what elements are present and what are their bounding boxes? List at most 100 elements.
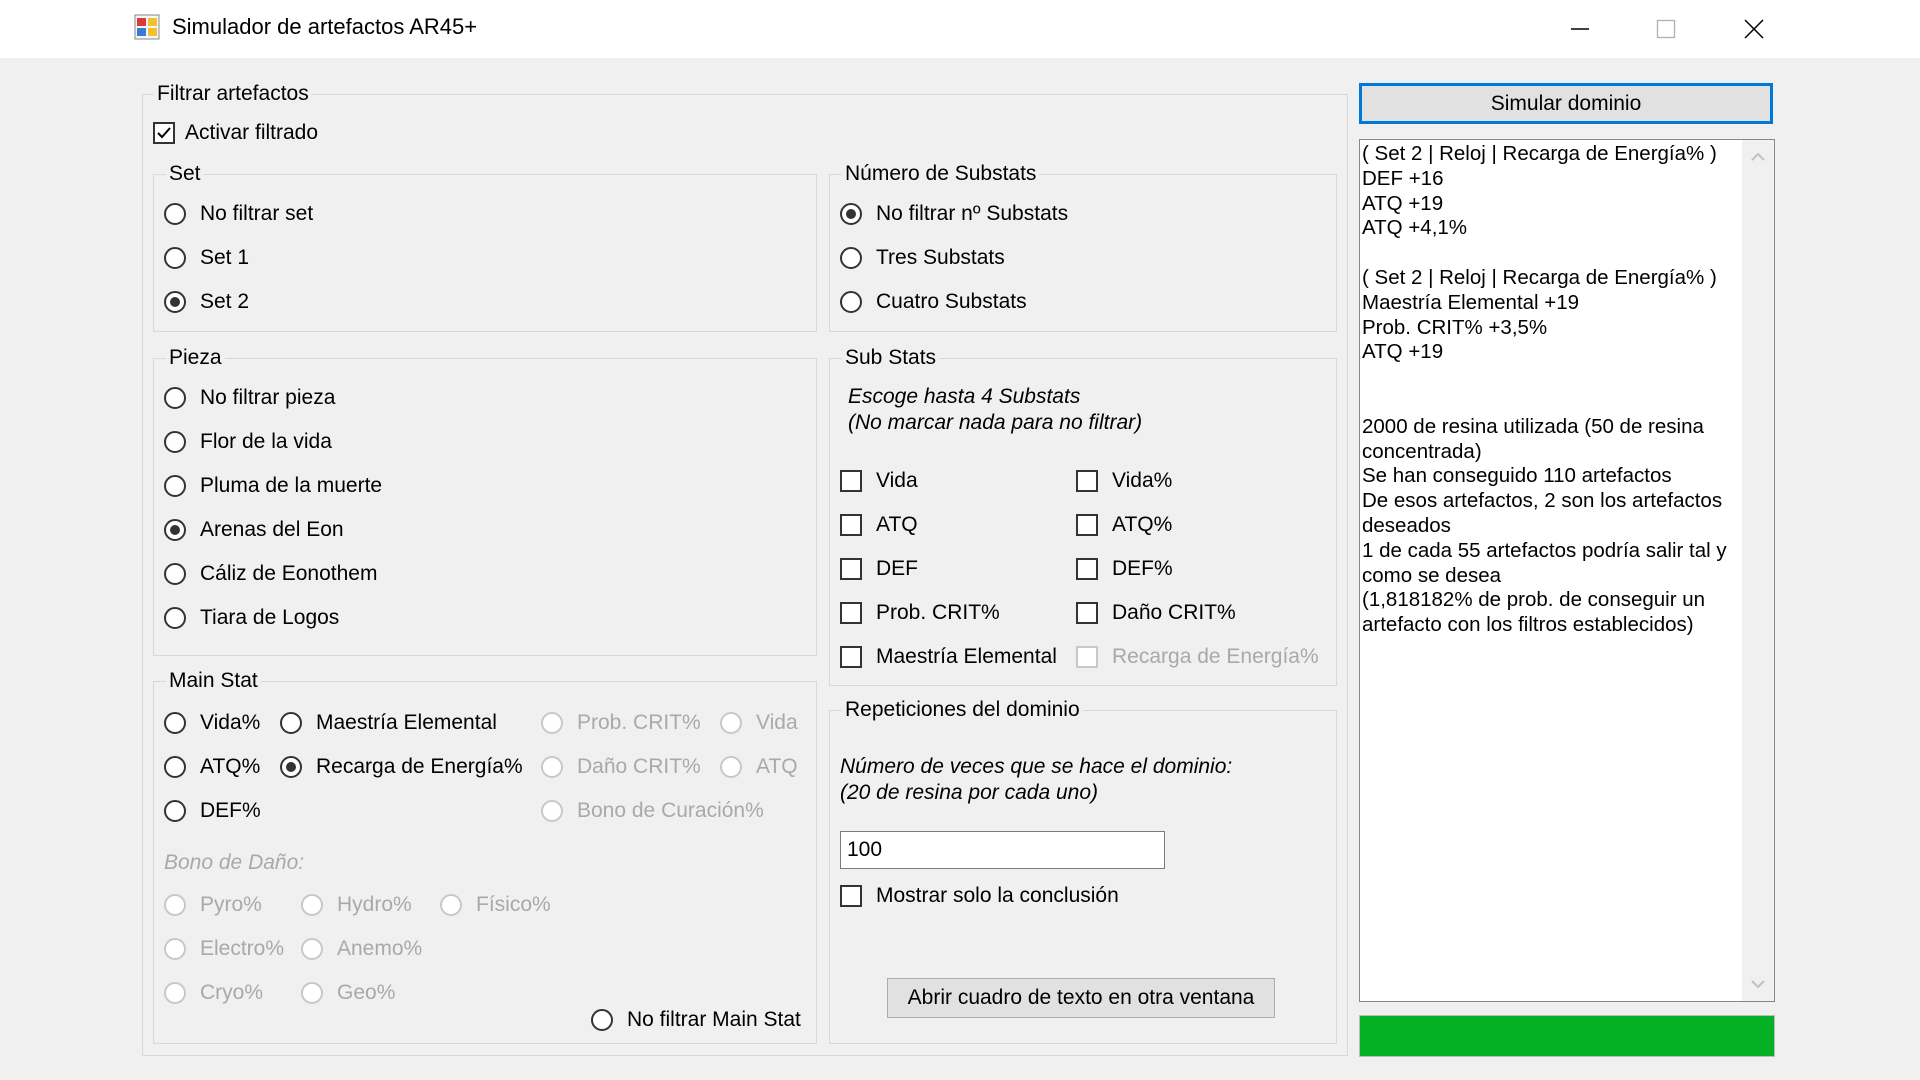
sub-stats-hint-1: Escoge hasta 4 Substats: [848, 385, 1081, 408]
option-label: Bono de Curación%: [577, 799, 764, 822]
option-label: Vida%: [1112, 469, 1173, 492]
set-group-title: Set: [166, 162, 204, 186]
scroll-down-icon[interactable]: [1751, 979, 1765, 989]
radio-arenas-del-eon[interactable]: Arenas del Eon: [164, 518, 344, 542]
radio-main-maestria[interactable]: Maestría Elemental: [280, 711, 497, 735]
checkbox-box: [1076, 602, 1098, 624]
radio-circle: [280, 756, 302, 778]
results-text: ( Set 2 | Reloj | Recarga de Energía% ) …: [1362, 142, 1727, 637]
set-group: [153, 174, 817, 332]
scroll-up-icon[interactable]: [1751, 152, 1765, 162]
checkbox-sub-atq[interactable]: ATQ: [840, 513, 918, 537]
option-label: ATQ: [876, 513, 918, 536]
checkbox-box: [840, 470, 862, 492]
checkbox-box: [840, 514, 862, 536]
option-label: DEF: [876, 557, 918, 580]
radio-main-bono-curacion[interactable]: Bono de Curación%: [541, 799, 764, 823]
checkbox-sub-vida-pct[interactable]: Vida%: [1076, 469, 1172, 493]
activate-filter-checkbox[interactable]: Activar filtrado: [153, 121, 318, 145]
radio-main-geo[interactable]: Geo%: [301, 981, 395, 1005]
option-label: Maestría Elemental: [876, 645, 1057, 668]
radio-circle: [164, 431, 186, 453]
repeticiones-hint-2: (20 de resina por cada uno): [840, 781, 1098, 804]
option-label: ATQ%: [200, 755, 261, 778]
progress-fill: [1360, 1016, 1774, 1056]
radio-circle: [591, 1009, 613, 1031]
results-textbox[interactable]: ( Set 2 | Reloj | Recarga de Energía% ) …: [1359, 139, 1775, 1002]
checkbox-sub-def[interactable]: DEF: [840, 557, 918, 581]
radio-no-filtrar-main-stat[interactable]: No filtrar Main Stat: [591, 1008, 801, 1032]
radio-set-2[interactable]: Set 2: [164, 290, 249, 314]
radio-main-atq[interactable]: ATQ: [720, 755, 798, 779]
radio-main-anemo[interactable]: Anemo%: [301, 937, 422, 961]
checkbox-box: [1076, 470, 1098, 492]
minimize-button[interactable]: [1538, 0, 1622, 58]
radio-main-fisico[interactable]: Físico%: [440, 893, 551, 917]
radio-circle: [280, 712, 302, 734]
option-label: Vida: [756, 711, 798, 734]
radio-main-def-pct[interactable]: DEF%: [164, 799, 261, 823]
option-label: Daño CRIT%: [1112, 601, 1236, 624]
radio-circle: [301, 894, 323, 916]
radio-main-vida[interactable]: Vida: [720, 711, 798, 735]
radio-main-cryo[interactable]: Cryo%: [164, 981, 263, 1005]
repeticiones-input[interactable]: 100: [840, 831, 1165, 869]
checkbox-sub-maestria[interactable]: Maestría Elemental: [840, 645, 1057, 669]
option-label: Tiara de Logos: [200, 606, 340, 629]
option-label: Geo%: [337, 981, 396, 1004]
checkbox-box: [153, 122, 175, 144]
radio-main-pyro[interactable]: Pyro%: [164, 893, 262, 917]
radio-no-filtrar-num-substats[interactable]: No filtrar nº Substats: [840, 202, 1068, 226]
checkbox-sub-danio-crit[interactable]: Daño CRIT%: [1076, 601, 1236, 625]
radio-caliz-de-eonothem[interactable]: Cáliz de Eonothem: [164, 562, 377, 586]
radio-main-danio-crit[interactable]: Daño CRIT%: [541, 755, 701, 779]
radio-circle: [541, 800, 563, 822]
radio-circle: [164, 894, 186, 916]
radio-tiara-de-logos[interactable]: Tiara de Logos: [164, 606, 339, 630]
checkbox-sub-atq-pct[interactable]: ATQ%: [1076, 513, 1172, 537]
checkbox-box: [1076, 558, 1098, 580]
radio-main-vida-pct[interactable]: Vida%: [164, 711, 260, 735]
radio-circle: [720, 756, 742, 778]
radio-pluma-de-la-muerte[interactable]: Pluma de la muerte: [164, 474, 382, 498]
radio-circle: [164, 756, 186, 778]
checkbox-box: [840, 602, 862, 624]
option-label: Hydro%: [337, 893, 412, 916]
radio-main-atq-pct[interactable]: ATQ%: [164, 755, 260, 779]
option-label: Maestría Elemental: [316, 711, 497, 734]
option-label: No filtrar set: [200, 202, 314, 225]
radio-circle: [301, 938, 323, 960]
radio-main-recarga[interactable]: Recarga de Energía%: [280, 755, 523, 779]
checkbox-sub-prob-crit[interactable]: Prob. CRIT%: [840, 601, 1000, 625]
radio-cuatro-substats[interactable]: Cuatro Substats: [840, 290, 1027, 314]
radio-circle: [164, 203, 186, 225]
checkbox-sub-recarga[interactable]: Recarga de Energía%: [1076, 645, 1319, 669]
radio-no-filtrar-set[interactable]: No filtrar set: [164, 202, 313, 226]
option-label: Daño CRIT%: [577, 755, 701, 778]
pieza-group-title: Pieza: [166, 346, 225, 370]
radio-main-electro[interactable]: Electro%: [164, 937, 284, 961]
close-button[interactable]: [1712, 0, 1796, 58]
option-label: Mostrar solo la conclusión: [876, 884, 1119, 907]
simular-dominio-button[interactable]: Simular dominio: [1359, 83, 1773, 124]
option-label: Cryo%: [200, 981, 264, 1004]
radio-main-hydro[interactable]: Hydro%: [301, 893, 412, 917]
radio-tres-substats[interactable]: Tres Substats: [840, 246, 1005, 270]
checkbox-sub-def-pct[interactable]: DEF%: [1076, 557, 1173, 581]
maximize-button[interactable]: [1624, 0, 1708, 58]
radio-circle: [164, 519, 186, 541]
checkbox-sub-vida[interactable]: Vida: [840, 469, 918, 493]
radio-set-1[interactable]: Set 1: [164, 246, 249, 270]
radio-circle: [720, 712, 742, 734]
option-label: No filtrar nº Substats: [876, 202, 1069, 225]
checkbox-box: [840, 885, 862, 907]
open-text-window-button[interactable]: Abrir cuadro de texto en otra ventana: [887, 978, 1275, 1018]
radio-main-prob-crit[interactable]: Prob. CRIT%: [541, 711, 701, 735]
title-bar: Simulador de artefactos AR45+: [0, 0, 1920, 58]
radio-flor-de-la-vida[interactable]: Flor de la vida: [164, 430, 332, 454]
main-stat-group-title: Main Stat: [166, 669, 261, 693]
checkbox-solo-conclusion[interactable]: Mostrar solo la conclusión: [840, 884, 1119, 908]
radio-no-filtrar-pieza[interactable]: No filtrar pieza: [164, 386, 335, 410]
option-label: Recarga de Energía%: [1112, 645, 1319, 668]
results-scrollbar[interactable]: [1742, 140, 1774, 1001]
